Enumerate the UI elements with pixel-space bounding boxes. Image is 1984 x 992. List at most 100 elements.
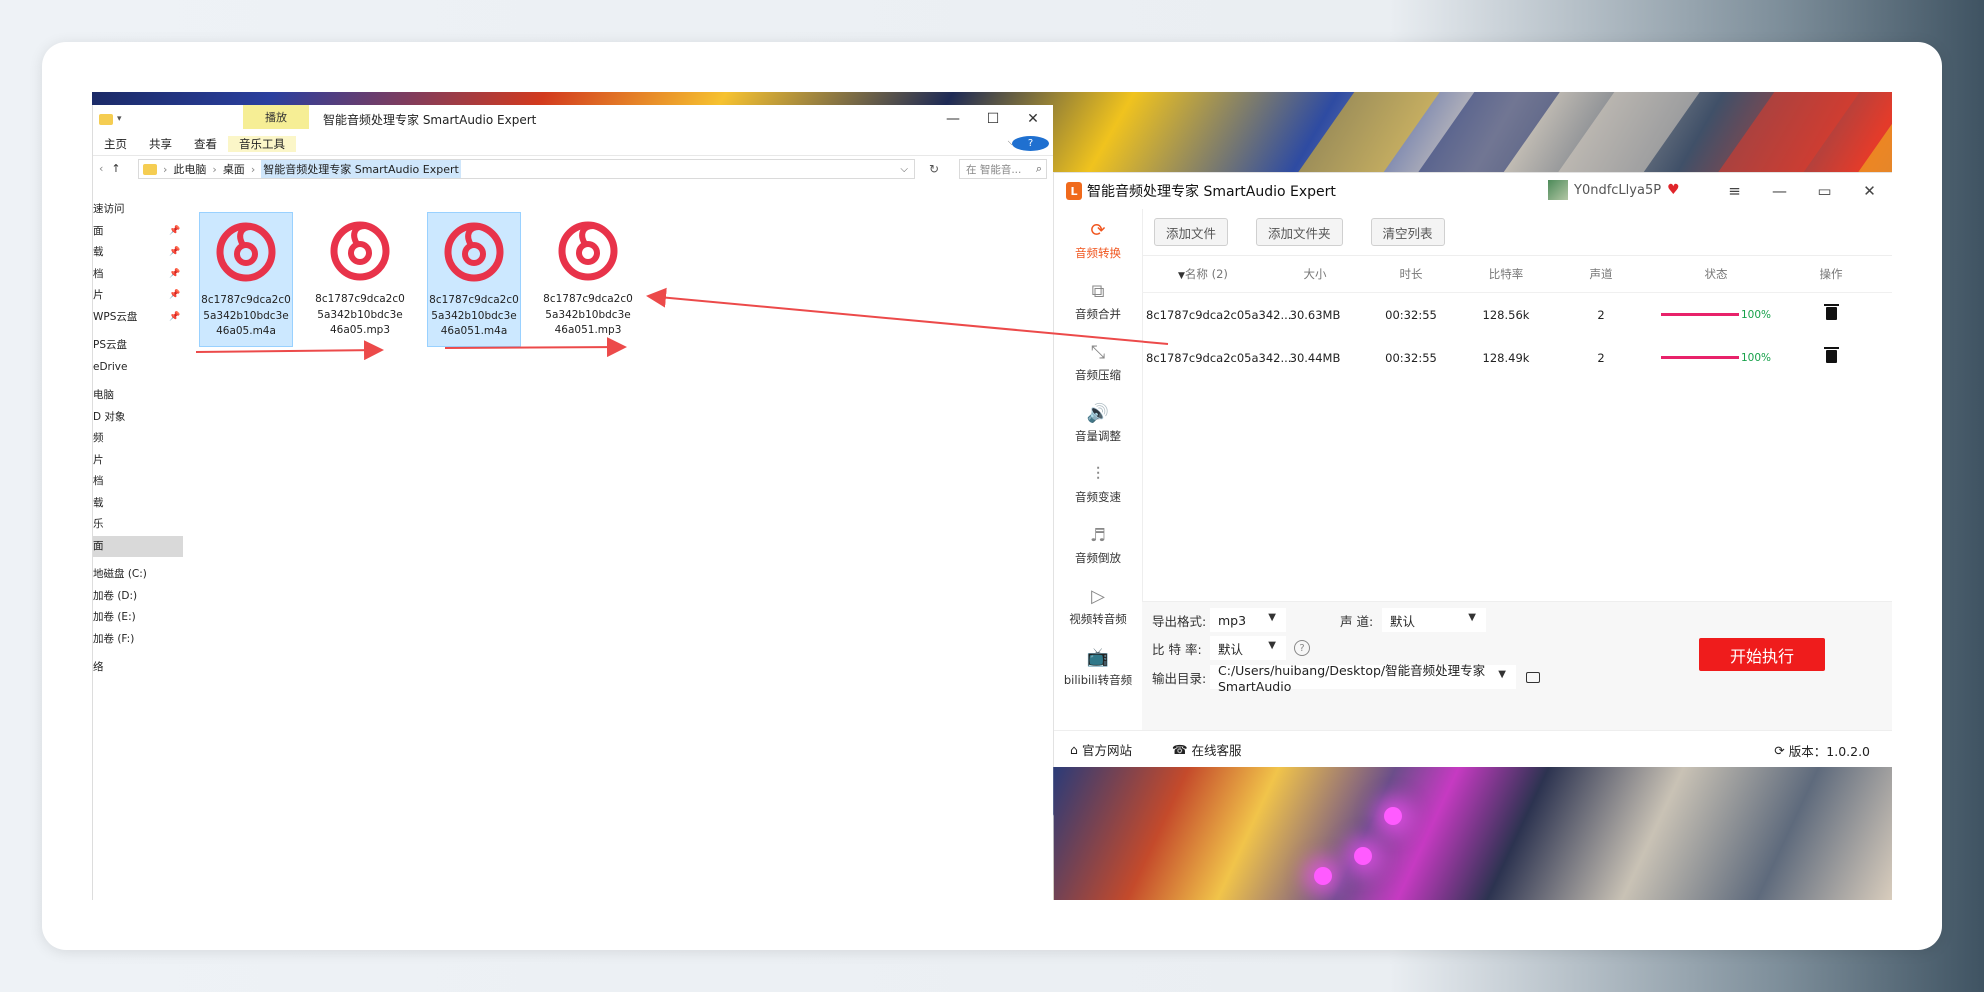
- table-row[interactable]: 8c1787c9dca2c05a342... 30.63MB 00:32:55 128…: [1142, 293, 1892, 336]
- sidebar-item-speed[interactable]: ⫶ 音频变速: [1054, 453, 1142, 514]
- support-link[interactable]: ☎ 在线客服: [1172, 740, 1242, 759]
- channel-select[interactable]: 默认 ▼: [1382, 608, 1486, 632]
- nav-item[interactable]: 档 📌: [93, 264, 183, 286]
- add-folder-button[interactable]: 添加文件夹: [1256, 218, 1343, 246]
- reverse-icon: ♬: [1089, 524, 1107, 546]
- close-icon[interactable]: ✕: [1013, 105, 1053, 133]
- back-arrow-icon[interactable]: ‹: [99, 162, 103, 175]
- app-titlebar: L 智能音频处理专家 SmartAudio Expert Y0ndfcLlya5…: [1054, 173, 1892, 209]
- clear-list-button[interactable]: 清空列表: [1370, 218, 1445, 246]
- bitrate-select[interactable]: 默认 ▼: [1210, 636, 1286, 660]
- sidebar-item-video[interactable]: ▷ 视频转音频: [1054, 575, 1142, 636]
- quick-access-toolbar: ▾: [99, 113, 122, 125]
- nav-item[interactable]: 加卷 (D:): [93, 586, 183, 608]
- nav-item[interactable]: 络: [93, 657, 183, 679]
- add-file-button[interactable]: 添加文件: [1154, 218, 1229, 246]
- nav-item[interactable]: 载: [93, 493, 183, 515]
- format-select[interactable]: mp3 ▼: [1210, 608, 1286, 632]
- sidebar-item-convert[interactable]: ⟳ 音频转换: [1054, 209, 1142, 270]
- qat-dropdown-icon[interactable]: ▾: [117, 114, 122, 124]
- nav-item-label: 加卷 (E:): [93, 611, 136, 623]
- version-info[interactable]: ⟳ 版本：1.0.2.0: [1774, 741, 1870, 760]
- header-bitrate: 比特率: [1488, 267, 1524, 281]
- nav-item[interactable]: WPS云盘 📌: [93, 307, 183, 329]
- nav-item[interactable]: eDrive: [93, 357, 183, 379]
- address-bar[interactable]: › 此电脑 › 桌面 › 智能音频处理专家 SmartAudio Expert …: [138, 159, 915, 179]
- nav-item[interactable]: PS云盘: [93, 335, 183, 357]
- maximize-icon[interactable]: ▭: [1802, 173, 1847, 209]
- sidebar-item-volume[interactable]: 🔊 音量调整: [1054, 392, 1142, 453]
- breadcrumb-current-folder[interactable]: 智能音频处理专家 SmartAudio Expert: [261, 160, 461, 178]
- nav-item[interactable]: 频: [93, 428, 183, 450]
- up-arrow-icon[interactable]: ↑: [111, 162, 120, 175]
- sidebar-item-merge[interactable]: ⧉ 音频合并: [1054, 270, 1142, 331]
- output-dir-select[interactable]: C:/Users/huibang/Desktop/智能音频处理专家 SmartA…: [1210, 663, 1516, 694]
- nav-item-label: 络: [93, 661, 104, 673]
- nav-item[interactable]: 面 📌: [93, 221, 183, 243]
- progress-bar: [1660, 313, 1739, 316]
- website-link[interactable]: ⌂ 官方网站: [1070, 740, 1132, 759]
- ribbon-context-tab[interactable]: 播放: [243, 105, 309, 129]
- bitrate-label: 比 特 率:: [1152, 641, 1202, 657]
- nav-item[interactable]: 片: [93, 450, 183, 472]
- cell-size: 30.63MB: [1289, 307, 1341, 322]
- trash-icon[interactable]: [1823, 346, 1839, 363]
- trash-icon[interactable]: [1823, 303, 1839, 320]
- nav-item[interactable]: 面: [93, 535, 183, 557]
- menu-icon[interactable]: ≡: [1712, 173, 1757, 209]
- nav-item-label: 加卷 (F:): [93, 632, 135, 645]
- help-question-icon[interactable]: ?: [1294, 640, 1310, 656]
- sidebar-item-bilibili[interactable]: 📺 bilibili转音频: [1054, 636, 1142, 697]
- header-duration: 时长: [1399, 267, 1423, 281]
- compress-icon: ⤡: [1090, 341, 1106, 363]
- help-icon[interactable]: ?: [1012, 136, 1049, 151]
- minimize-icon[interactable]: —: [933, 105, 973, 133]
- nav-item[interactable]: 加卷 (F:): [93, 629, 183, 651]
- open-folder-icon[interactable]: [1526, 671, 1540, 683]
- table-row[interactable]: 8c1787c9dca2c05a342... 30.44MB 00:32:55 128…: [1142, 336, 1892, 379]
- file-item[interactable]: 8c1787c9dca2c05a342b10bdc3e46a051.m4a: [427, 212, 521, 347]
- maximize-icon[interactable]: ☐: [973, 105, 1013, 133]
- pin-icon: 📌: [169, 311, 181, 322]
- user-account[interactable]: Y0ndfcLlya5P ♥: [1548, 180, 1680, 200]
- search-input[interactable]: 在 智能音... ⌕: [959, 159, 1047, 179]
- nav-item[interactable]: 片 📌: [93, 285, 183, 307]
- start-button[interactable]: 开始执行: [1699, 638, 1825, 671]
- nav-item[interactable]: 电脑: [93, 385, 183, 407]
- nav-item[interactable]: 档: [93, 471, 183, 493]
- output-dir-value: C:/Users/huibang/Desktop/智能音频处理专家 SmartA…: [1218, 663, 1486, 694]
- channel-value: 默认: [1390, 613, 1416, 629]
- nav-item[interactable]: 地磁盘 (C:): [93, 564, 183, 586]
- refresh-icon[interactable]: ↻: [929, 162, 939, 176]
- address-bar-row: ‹ ↑ › 此电脑 › 桌面 › 智能音频处理专家 SmartAudio Exp…: [93, 156, 1053, 184]
- minimize-icon[interactable]: —: [1757, 173, 1802, 209]
- sort-icon: ▼: [1178, 271, 1185, 281]
- nav-item-label: 面: [93, 539, 104, 552]
- sidebar-item-reverse[interactable]: ♬ 音频倒放: [1054, 514, 1142, 575]
- header-name[interactable]: ▼名称 (2): [1142, 266, 1274, 282]
- close-icon[interactable]: ✕: [1847, 173, 1892, 209]
- tab-home[interactable]: 主页: [93, 136, 138, 152]
- nav-item[interactable]: 速访问: [93, 199, 183, 221]
- file-item[interactable]: 8c1787c9dca2c05a342b10bdc3e46a051.mp3: [541, 212, 635, 347]
- settings-panel: 导出格式: mp3 ▼ 声 道: 默认 ▼ 比 特 率: 默认 ▼ ? 输出目录…: [1142, 601, 1892, 731]
- cell-channels: 2: [1597, 307, 1605, 322]
- tab-view[interactable]: 查看: [183, 136, 228, 152]
- tab-music-tools[interactable]: 音乐工具: [228, 136, 296, 152]
- nav-gap: [93, 328, 183, 335]
- nav-item[interactable]: 乐: [93, 514, 183, 536]
- nav-item[interactable]: D 对象: [93, 407, 183, 429]
- tab-share[interactable]: 共享: [138, 136, 183, 152]
- app-footer: ⌂ 官方网站 ☎ 在线客服 ⟳ 版本：1.0.2.0: [1054, 730, 1892, 767]
- sidebar-item-compress[interactable]: ⤡ 音频压缩: [1054, 331, 1142, 392]
- file-list: 8c1787c9dca2c05a342b10bdc3e46a05.m4a 8c17…: [199, 212, 635, 347]
- nav-item[interactable]: 加卷 (E:): [93, 607, 183, 629]
- breadcrumb-desktop[interactable]: 桌面: [223, 161, 245, 177]
- cell-bitrate: 128.49k: [1482, 350, 1530, 365]
- nav-item[interactable]: 载 📌: [93, 242, 183, 264]
- address-dropdown-icon[interactable]: ⌵: [900, 164, 908, 175]
- wallpaper-bottom: [1054, 767, 1892, 900]
- file-item[interactable]: 8c1787c9dca2c05a342b10bdc3e46a05.m4a: [199, 212, 293, 347]
- breadcrumb-this-pc[interactable]: 此电脑: [173, 161, 206, 177]
- file-item[interactable]: 8c1787c9dca2c05a342b10bdc3e46a05.mp3: [313, 212, 407, 347]
